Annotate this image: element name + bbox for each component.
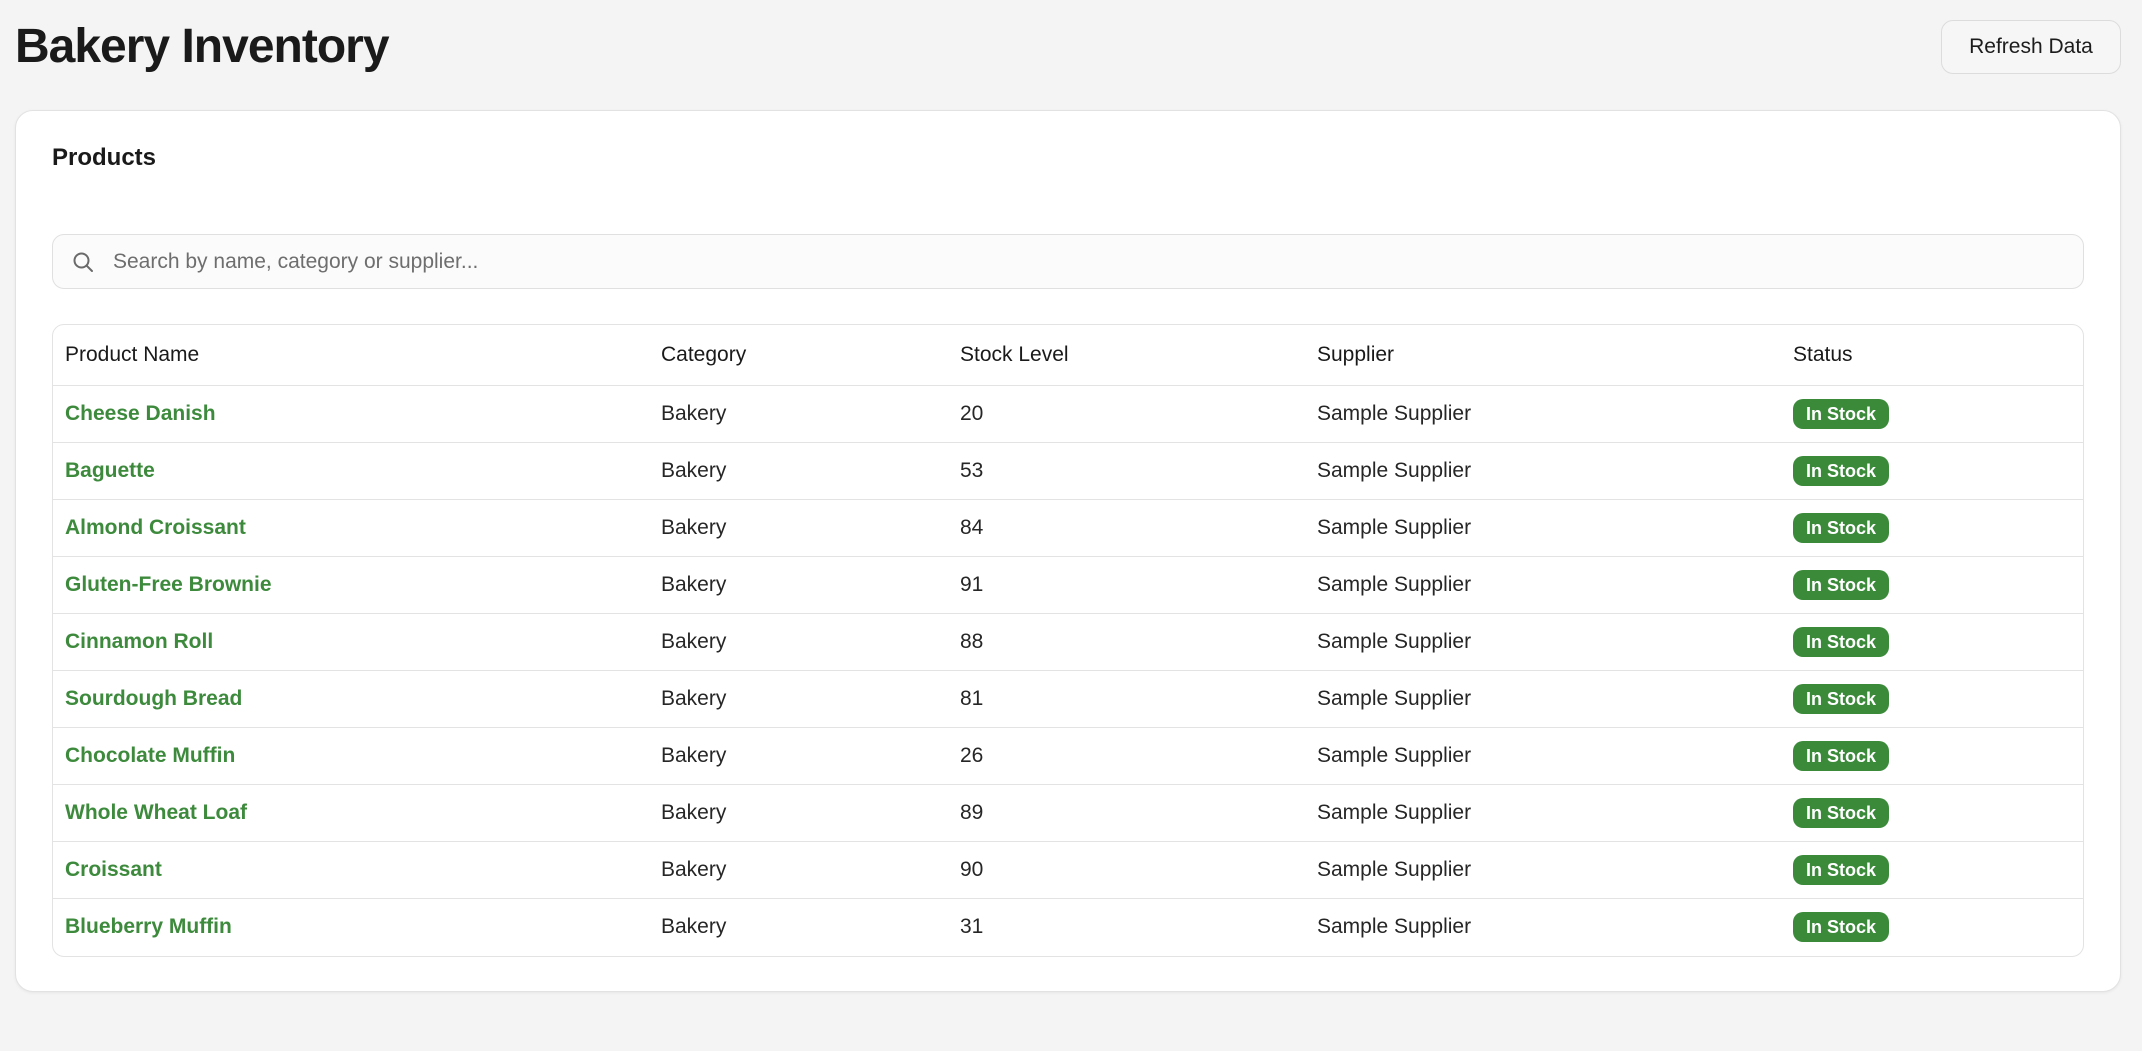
- status-badge: In Stock: [1793, 798, 1890, 828]
- products-card: Products Product Name Category Stock Lev…: [15, 110, 2121, 992]
- refresh-data-button[interactable]: Refresh Data: [1941, 20, 2121, 74]
- supplier-cell: Sample Supplier: [1305, 670, 1781, 728]
- supplier-cell: Sample Supplier: [1305, 613, 1781, 671]
- table-row[interactable]: Whole Wheat Loaf Bakery 89 Sample Suppli…: [53, 784, 2083, 842]
- search-input[interactable]: [113, 235, 2063, 288]
- supplier-cell: Sample Supplier: [1305, 556, 1781, 614]
- product-link[interactable]: Blueberry Muffin: [65, 915, 232, 938]
- status-badge: In Stock: [1793, 399, 1890, 429]
- search-icon: [73, 252, 93, 272]
- status-cell: In Stock: [1781, 727, 2083, 785]
- stock-level-cell: 20: [948, 385, 1305, 443]
- column-header-supplier[interactable]: Supplier: [1305, 325, 1781, 386]
- status-cell: In Stock: [1781, 784, 2083, 842]
- status-badge: In Stock: [1793, 684, 1890, 714]
- search-bar: [52, 234, 2084, 289]
- stock-level-cell: 53: [948, 442, 1305, 500]
- supplier-cell: Sample Supplier: [1305, 784, 1781, 842]
- product-link[interactable]: Whole Wheat Loaf: [65, 801, 247, 824]
- status-badge: In Stock: [1793, 627, 1890, 657]
- product-name-cell: Chocolate Muffin: [53, 727, 649, 785]
- product-name-cell: Almond Croissant: [53, 499, 649, 557]
- table-row[interactable]: Baguette Bakery 53 Sample Supplier In St…: [53, 442, 2083, 500]
- product-name-cell: Baguette: [53, 442, 649, 500]
- supplier-cell: Sample Supplier: [1305, 442, 1781, 500]
- column-header-stock-level[interactable]: Stock Level: [948, 325, 1305, 386]
- status-badge: In Stock: [1793, 513, 1890, 543]
- status-cell: In Stock: [1781, 613, 2083, 671]
- page-title: Bakery Inventory: [15, 20, 390, 73]
- table-row[interactable]: Sourdough Bread Bakery 81 Sample Supplie…: [53, 670, 2083, 728]
- product-link[interactable]: Almond Croissant: [65, 516, 246, 539]
- stock-level-cell: 89: [948, 784, 1305, 842]
- column-header-product-name[interactable]: Product Name: [53, 325, 649, 386]
- product-name-cell: Sourdough Bread: [53, 670, 649, 728]
- product-name-cell: Cheese Danish: [53, 385, 649, 443]
- stock-level-cell: 88: [948, 613, 1305, 671]
- status-badge: In Stock: [1793, 456, 1890, 486]
- product-link[interactable]: Chocolate Muffin: [65, 744, 235, 767]
- stock-level-cell: 91: [948, 556, 1305, 614]
- status-badge: In Stock: [1793, 570, 1890, 600]
- status-cell: In Stock: [1781, 556, 2083, 614]
- category-cell: Bakery: [649, 613, 948, 671]
- status-cell: In Stock: [1781, 670, 2083, 728]
- category-cell: Bakery: [649, 841, 948, 899]
- supplier-cell: Sample Supplier: [1305, 727, 1781, 785]
- products-table-container: Product Name Category Stock Level Suppli…: [52, 324, 2084, 957]
- status-badge: In Stock: [1793, 741, 1890, 771]
- category-cell: Bakery: [649, 442, 948, 500]
- table-row[interactable]: Croissant Bakery 90 Sample Supplier In S…: [53, 841, 2083, 899]
- category-cell: Bakery: [649, 784, 948, 842]
- table-row[interactable]: Gluten-Free Brownie Bakery 91 Sample Sup…: [53, 556, 2083, 614]
- table-row[interactable]: Blueberry Muffin Bakery 31 Sample Suppli…: [53, 899, 2083, 956]
- status-cell: In Stock: [1781, 499, 2083, 557]
- stock-level-cell: 90: [948, 841, 1305, 899]
- status-badge: In Stock: [1793, 855, 1890, 885]
- category-cell: Bakery: [649, 385, 948, 443]
- product-name-cell: Croissant: [53, 841, 649, 899]
- supplier-cell: Sample Supplier: [1317, 915, 1472, 938]
- table-row[interactable]: Almond Croissant Bakery 84 Sample Suppli…: [53, 499, 2083, 557]
- stock-level-cell: 31: [960, 915, 984, 938]
- status-cell: In Stock: [1781, 899, 2083, 956]
- column-header-category[interactable]: Category: [649, 325, 948, 386]
- category-cell: Bakery: [649, 499, 948, 557]
- status-cell: In Stock: [1781, 385, 2083, 443]
- supplier-cell: Sample Supplier: [1305, 385, 1781, 443]
- product-link[interactable]: Croissant: [65, 858, 162, 881]
- category-cell: Bakery: [661, 915, 727, 938]
- category-cell: Bakery: [649, 670, 948, 728]
- card-title: Products: [52, 144, 157, 171]
- stock-level-cell: 81: [948, 670, 1305, 728]
- products-table: Product Name Category Stock Level Suppli…: [53, 325, 2083, 956]
- category-cell: Bakery: [649, 556, 948, 614]
- table-body: Cheese Danish Bakery 20 Sample Supplier …: [53, 385, 2083, 956]
- product-link[interactable]: Cinnamon Roll: [65, 630, 213, 653]
- status-cell: In Stock: [1781, 841, 2083, 899]
- category-cell: Bakery: [649, 727, 948, 785]
- product-link[interactable]: Baguette: [65, 459, 155, 482]
- column-header-status[interactable]: Status: [1781, 325, 2083, 386]
- product-name-cell: Blueberry Muffin: [53, 899, 649, 956]
- status-badge: In Stock: [1793, 912, 1890, 942]
- table-header-row: Product Name Category Stock Level Suppli…: [53, 325, 2083, 386]
- status-cell: In Stock: [1781, 442, 2083, 500]
- product-link[interactable]: Cheese Danish: [65, 402, 216, 425]
- stock-level-cell: 26: [948, 727, 1305, 785]
- product-name-cell: Whole Wheat Loaf: [53, 784, 649, 842]
- table-row[interactable]: Chocolate Muffin Bakery 26 Sample Suppli…: [53, 727, 2083, 785]
- product-link[interactable]: Gluten-Free Brownie: [65, 573, 272, 596]
- supplier-cell: Sample Supplier: [1305, 841, 1781, 899]
- table-row[interactable]: Cinnamon Roll Bakery 88 Sample Supplier …: [53, 613, 2083, 671]
- product-link[interactable]: Sourdough Bread: [65, 687, 242, 710]
- product-name-cell: Cinnamon Roll: [53, 613, 649, 671]
- supplier-cell: Sample Supplier: [1305, 499, 1781, 557]
- stock-level-cell: 84: [948, 499, 1305, 557]
- product-name-cell: Gluten-Free Brownie: [53, 556, 649, 614]
- table-row[interactable]: Cheese Danish Bakery 20 Sample Supplier …: [53, 385, 2083, 443]
